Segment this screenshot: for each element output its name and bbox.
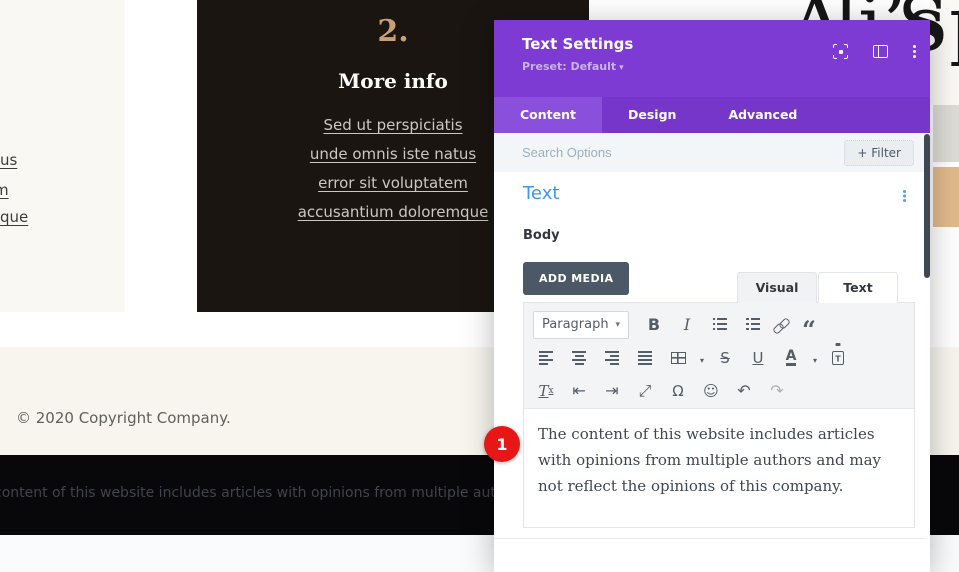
chevron-down-icon: ▾	[615, 319, 620, 330]
modal-tab-bar: Content Design Advanced	[494, 97, 930, 133]
align-left-icon[interactable]	[533, 345, 559, 371]
toolbar-row-1: Paragraph ▾ B I “	[533, 308, 905, 341]
modal-header: Text Settings Preset: Default ▾	[494, 20, 930, 97]
screen: us m que A li’s Sp 2. More info Sed ut p…	[0, 0, 959, 572]
rich-text-editor: Paragraph ▾ B I “ ▾ S U A ▾ T T x ⇤ ⇥ ⤢ …	[523, 302, 915, 528]
paste-as-text-icon[interactable]	[825, 345, 851, 371]
editor-tab-visual[interactable]: Visual	[737, 272, 817, 303]
cutoff-link-1[interactable]: us	[0, 151, 17, 169]
clear-formatting-icon[interactable]: Tx	[533, 378, 559, 404]
page-tan-block	[933, 167, 959, 227]
indent-icon[interactable]: ⇥	[599, 378, 625, 404]
add-media-button[interactable]: ADD MEDIA	[523, 262, 630, 295]
copyright-text: © 2020 Copyright Company.	[16, 409, 231, 427]
body-field-label: Body	[523, 228, 560, 243]
focus-scan-icon[interactable]	[831, 42, 850, 61]
page-left-section	[0, 0, 125, 312]
fullscreen-icon[interactable]: ⤢	[632, 378, 658, 404]
preset-dropdown[interactable]: Preset: Default ▾	[522, 60, 624, 73]
toolbar-row-3: Tx ⇤ ⇥ ⤢ Ω ☺ ↶ ↷	[533, 374, 905, 407]
underline-icon[interactable]: U	[745, 345, 771, 371]
table-dropdown-icon[interactable]: ▾	[700, 356, 704, 365]
paragraph-dropdown[interactable]: Paragraph ▾	[533, 310, 629, 339]
filter-button[interactable]: + Filter	[844, 139, 914, 166]
bold-icon[interactable]: B	[641, 312, 667, 338]
panel-layout-icon[interactable]	[873, 45, 888, 58]
disclaimer-text: content of this website includes article…	[0, 485, 527, 501]
modal-header-actions	[831, 42, 916, 61]
editor-tab-text[interactable]: Text	[818, 272, 898, 303]
section-divider	[494, 538, 926, 539]
table-icon[interactable]	[665, 345, 691, 371]
kebab-menu-icon[interactable]	[913, 45, 916, 48]
blockquote-icon[interactable]: “	[796, 312, 822, 341]
editor-toolbar: Paragraph ▾ B I “ ▾ S U A ▾ T T x ⇤ ⇥ ⤢ …	[524, 303, 914, 409]
insert-link-icon[interactable]	[773, 317, 789, 333]
strikethrough-icon[interactable]: S	[712, 345, 738, 371]
cutoff-link-3[interactable]: que	[0, 208, 28, 226]
tab-design[interactable]: Design	[602, 97, 702, 133]
search-input[interactable]	[522, 145, 845, 160]
bulleted-list-icon[interactable]	[707, 312, 733, 338]
annotation-badge-1: 1	[484, 426, 520, 462]
text-settings-modal: Text Settings Preset: Default ▾ Content D…	[484, 20, 930, 572]
align-right-icon[interactable]	[599, 345, 625, 371]
section-kebab-menu-icon[interactable]	[903, 190, 906, 193]
modal-scrollbar[interactable]	[924, 134, 930, 278]
editor-content-area[interactable]: The content of this website includes art…	[524, 409, 914, 511]
toolbar-row-2: ▾ S U A ▾	[533, 341, 905, 374]
align-center-icon[interactable]	[566, 345, 592, 371]
section-title-text: Text	[523, 183, 560, 204]
tab-advanced[interactable]: Advanced	[702, 97, 823, 133]
redo-icon[interactable]: ↷	[764, 378, 790, 404]
undo-icon[interactable]: ↶	[731, 378, 757, 404]
search-row: + Filter	[494, 133, 930, 172]
tab-content[interactable]: Content	[494, 97, 602, 133]
page-gray-block	[933, 105, 959, 162]
cutoff-link-2[interactable]: m	[0, 181, 9, 199]
special-character-icon[interactable]: Ω	[665, 378, 691, 404]
numbered-list-icon[interactable]	[740, 312, 766, 338]
text-color-icon[interactable]: A	[778, 345, 804, 371]
italic-icon[interactable]: I	[674, 312, 700, 338]
outdent-icon[interactable]: ⇤	[566, 378, 592, 404]
emoticons-icon[interactable]: ☺	[698, 378, 724, 404]
justify-icon[interactable]	[632, 345, 658, 371]
chevron-down-icon: ▾	[619, 63, 624, 73]
text-color-dropdown-icon[interactable]: ▾	[813, 356, 817, 365]
